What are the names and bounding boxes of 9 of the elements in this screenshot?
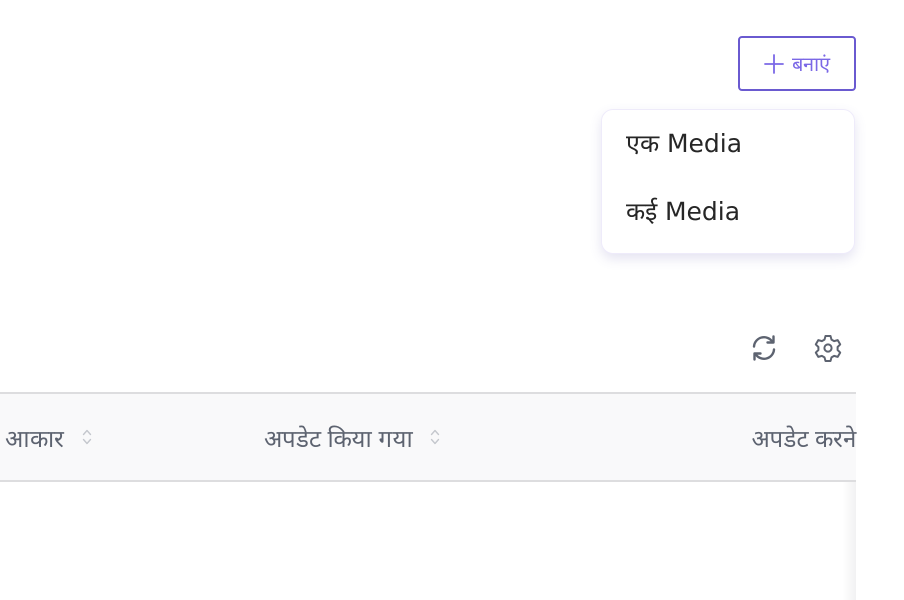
refresh-icon[interactable] bbox=[750, 334, 778, 362]
column-header[interactable]: अपडेट किया गया bbox=[264, 420, 412, 454]
plus-icon bbox=[764, 54, 784, 74]
create-button[interactable]: बनाएं bbox=[738, 36, 856, 91]
menu-item[interactable]: एक Media bbox=[602, 112, 854, 180]
column-header[interactable]: आकार bbox=[5, 420, 64, 454]
settings-icon[interactable] bbox=[814, 334, 842, 362]
menu-item[interactable]: कई Media bbox=[602, 180, 854, 248]
column-header[interactable]: अपडेट करने bbox=[751, 420, 856, 454]
